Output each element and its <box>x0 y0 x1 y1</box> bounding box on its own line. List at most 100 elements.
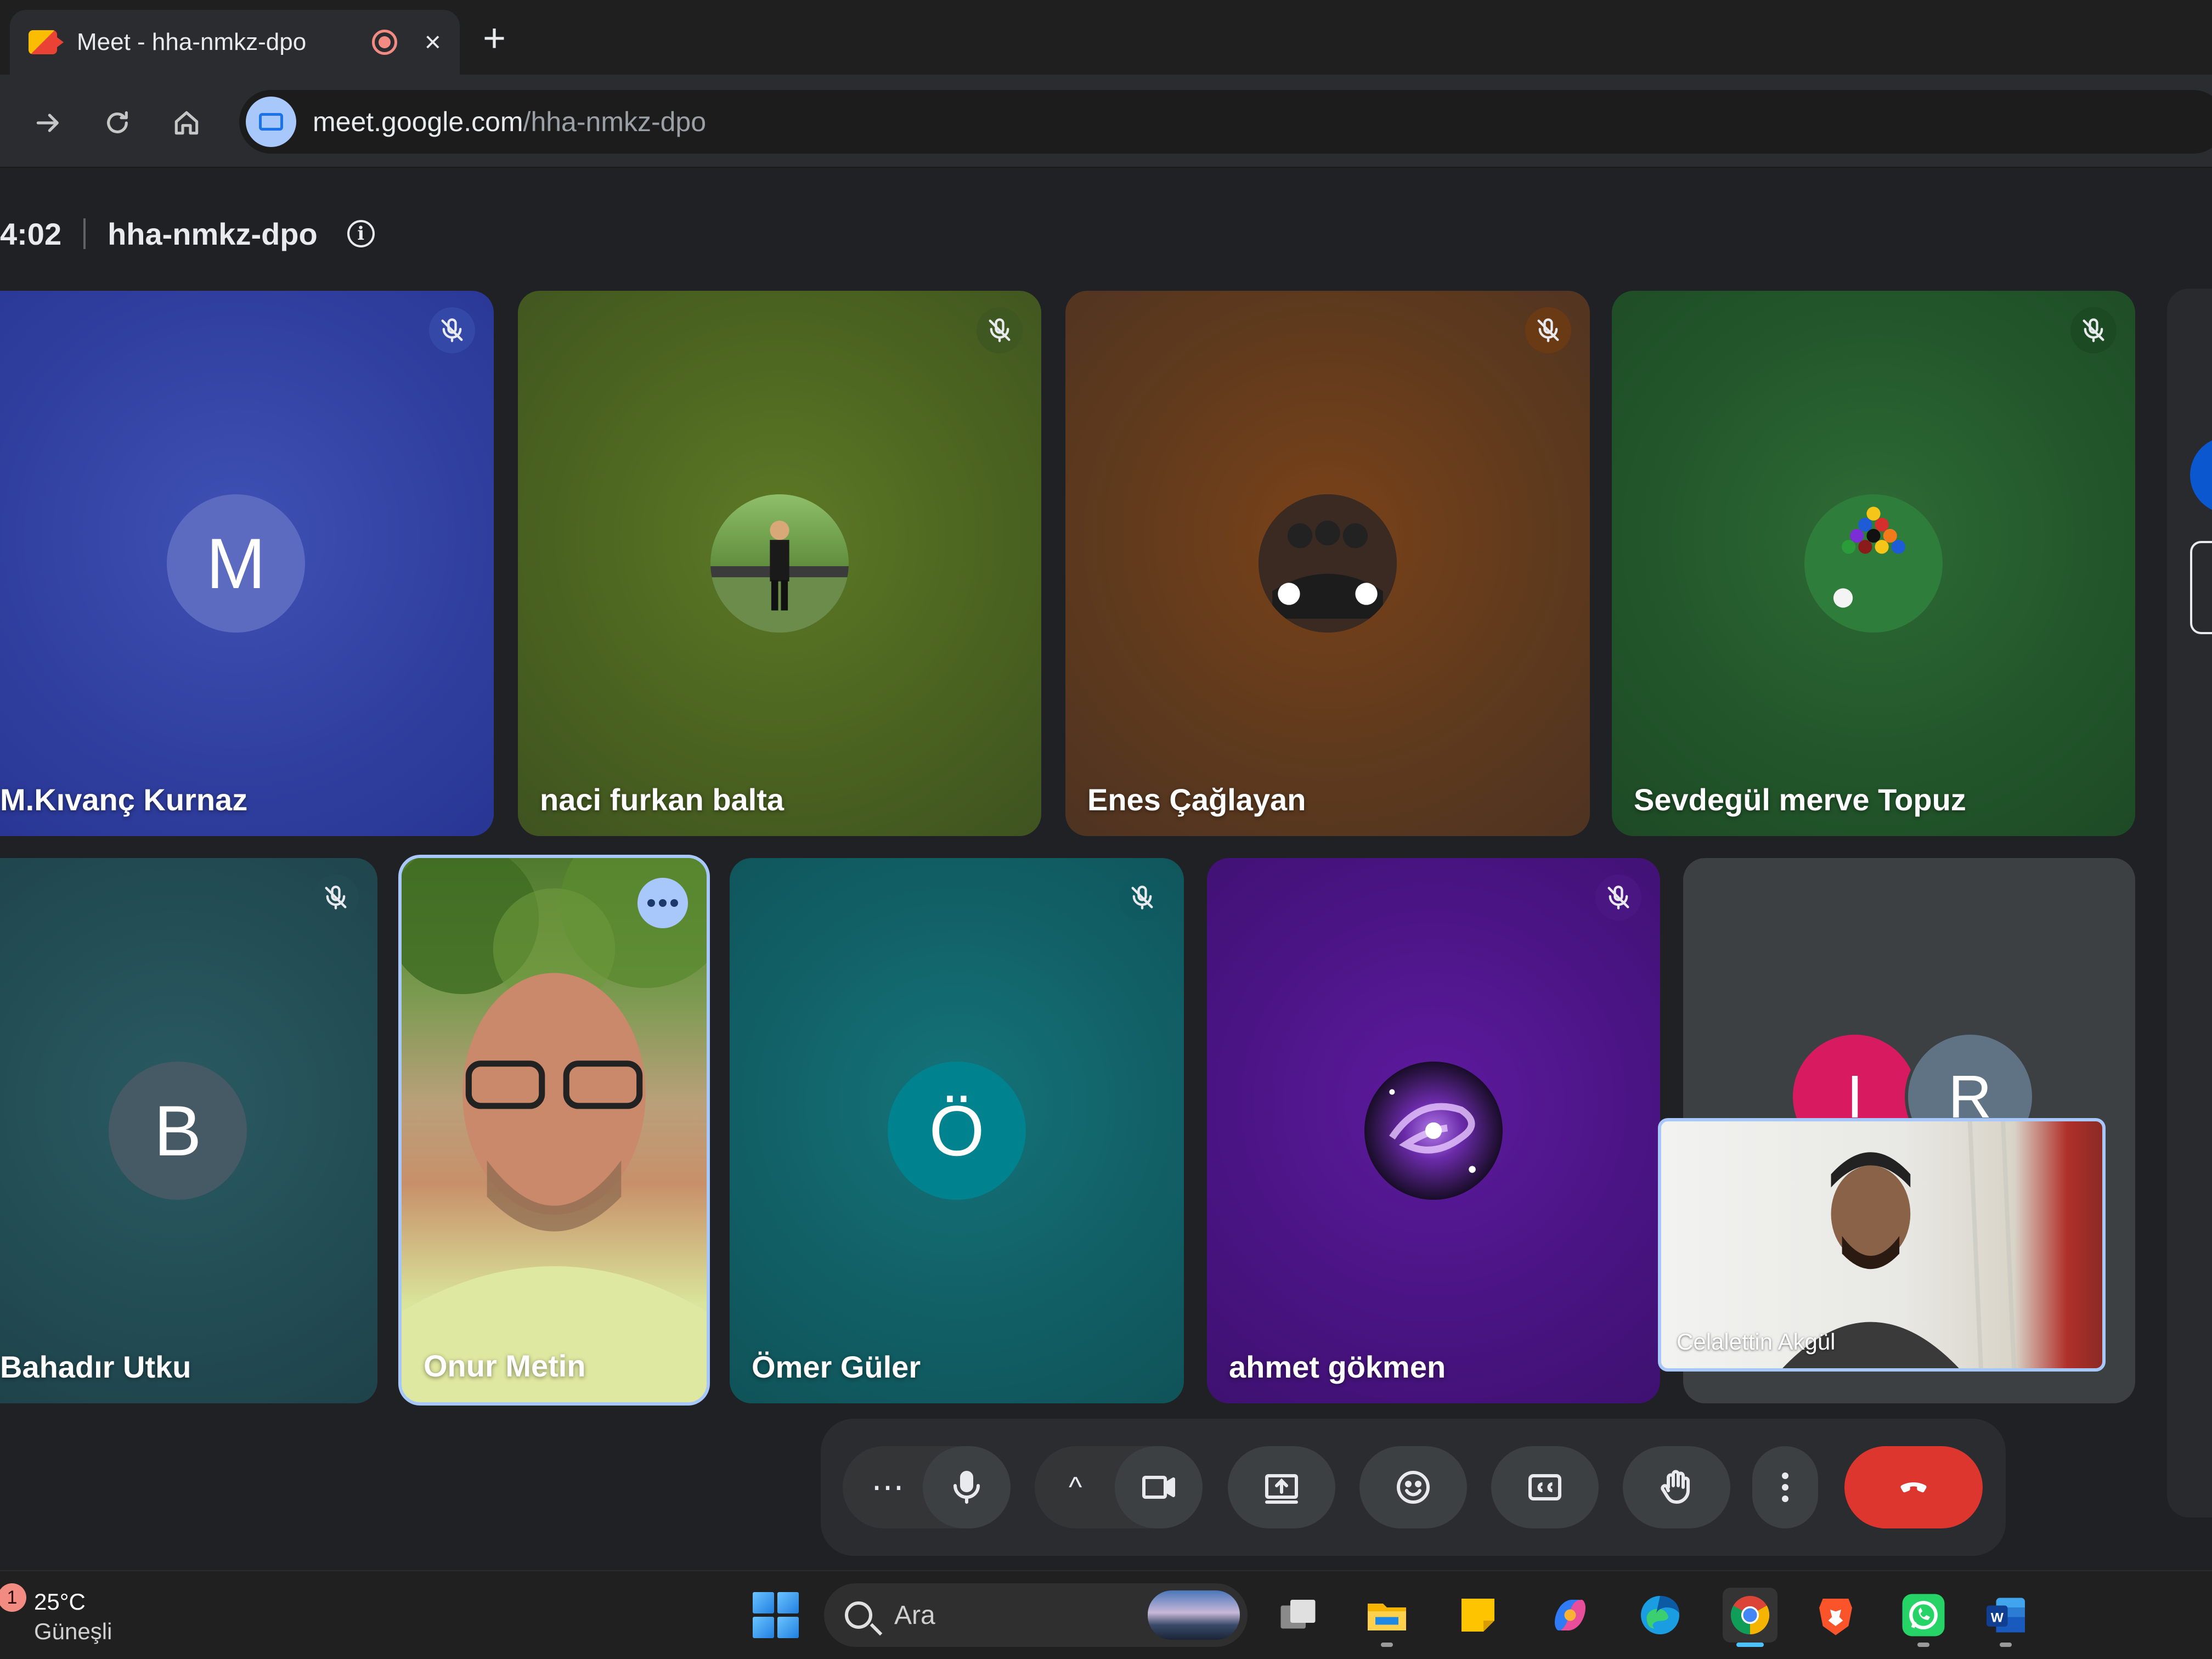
side-panel-button[interactable] <box>2190 541 2212 634</box>
muted-mic-icon <box>429 307 475 353</box>
whatsapp-button[interactable] <box>1896 1588 1951 1647</box>
camera-control-group: ^ <box>1035 1446 1203 1528</box>
browser-tab-strip: Meet - hha-nmkz-dpo × + <box>0 0 2212 75</box>
active-indicator <box>1736 1643 1764 1647</box>
participant-name: Enes Çağlayan <box>1087 782 1306 817</box>
close-tab-button[interactable]: × <box>425 26 441 59</box>
participant-tile[interactable]: ahmet gökmen <box>1207 858 1660 1403</box>
participant-name: Onur Metin <box>424 1348 586 1383</box>
windows-taskbar: 1 25°C Güneşli Ara W <box>0 1570 2212 1659</box>
meeting-info-button[interactable]: i <box>347 220 375 247</box>
captions-button[interactable] <box>1491 1446 1599 1528</box>
dot <box>670 899 678 907</box>
chrome-icon <box>1730 1596 1770 1635</box>
camera-button[interactable] <box>1115 1446 1203 1528</box>
weather-temperature: 25°C <box>34 1589 86 1615</box>
participant-tile[interactable]: B Bahadır Utku <box>0 858 377 1403</box>
participant-avatar: B <box>109 1062 247 1200</box>
videocam-icon <box>1142 1476 1175 1499</box>
word-button[interactable]: W <box>1978 1588 2033 1647</box>
search-highlight-image <box>1148 1590 1240 1640</box>
running-indicator <box>1381 1643 1393 1647</box>
call-end-icon <box>1900 1482 1927 1493</box>
muted-mic-icon <box>1595 874 1641 921</box>
brave-lion-icon <box>1819 1599 1852 1635</box>
browser-toolbar: meet.google.com/hha-nmkz-dpo <box>0 75 2212 168</box>
microphone-button[interactable] <box>923 1446 1011 1528</box>
muted-mic-icon <box>1525 307 1571 353</box>
google-meet-favicon-icon <box>29 30 64 54</box>
search-icon <box>845 1601 872 1629</box>
side-panel-indicator[interactable] <box>2190 437 2212 514</box>
present-screen-button[interactable] <box>1228 1446 1335 1528</box>
muted-mic-icon <box>1119 874 1165 921</box>
participant-avatar: Ö <box>888 1062 1026 1200</box>
copilot-button[interactable] <box>1543 1588 1598 1643</box>
url-path: /hha-nmkz-dpo <box>523 106 707 137</box>
dot <box>659 899 667 907</box>
call-controls-bar: ⋯ ^ <box>821 1419 2006 1556</box>
closed-caption-icon <box>1528 1474 1561 1500</box>
folder-icon <box>1368 1604 1406 1630</box>
home-icon <box>174 111 199 135</box>
participant-name: M.Kıvanç Kurnaz <box>0 782 248 817</box>
search-placeholder: Ara <box>894 1600 935 1630</box>
sticky-notes-icon <box>1462 1599 1494 1632</box>
leave-call-button[interactable] <box>1844 1446 1983 1528</box>
windows-logo-pane <box>777 1592 799 1613</box>
running-indicator <box>2000 1643 2012 1647</box>
forward-button[interactable] <box>26 101 70 145</box>
hand-icon <box>1661 1470 1690 1504</box>
meeting-code: hha-nmkz-dpo <box>108 216 318 251</box>
url-text: meet.google.com/hha-nmkz-dpo <box>313 106 706 138</box>
participant-tile[interactable]: naci furkan balta <box>518 291 1041 836</box>
edge-icon <box>1641 1596 1679 1634</box>
participant-tile[interactable]: M M.Kıvanç Kurnaz <box>0 291 494 836</box>
dot <box>647 899 655 907</box>
start-button[interactable] <box>753 1592 799 1638</box>
more-options-button[interactable] <box>1752 1446 1818 1528</box>
participant-profile-photo <box>1364 1062 1503 1200</box>
arrow-right-icon <box>36 114 59 132</box>
galaxy-icon <box>1389 1089 1476 1173</box>
browser-tab-meet[interactable]: Meet - hha-nmkz-dpo × <box>10 10 460 75</box>
mic-control-group: ⋯ <box>843 1446 1011 1528</box>
participant-tile[interactable]: Sevdegül merve Topuz <box>1612 291 2135 836</box>
present-to-all-icon <box>1265 1474 1298 1504</box>
tab-title: Meet - hha-nmkz-dpo <box>77 29 307 55</box>
participant-profile-photo <box>1259 494 1397 633</box>
task-view-button[interactable] <box>1271 1588 1325 1643</box>
home-button[interactable] <box>165 101 208 145</box>
chrome-browser-button[interactable] <box>1723 1588 1778 1647</box>
reload-button[interactable] <box>95 101 139 145</box>
audio-settings-button[interactable]: ⋯ <box>871 1468 904 1506</box>
site-info-button[interactable] <box>246 97 296 147</box>
edge-browser-button[interactable] <box>1633 1588 1688 1643</box>
participant-video-tile[interactable]: Onur Metin <box>398 855 710 1406</box>
participant-tile[interactable]: Enes Çağlayan <box>1065 291 1590 836</box>
emoji-icon <box>1397 1471 1430 1504</box>
participant-tile[interactable]: Ö Ömer Güler <box>730 858 1184 1403</box>
taskbar-search-box[interactable]: Ara <box>824 1583 1248 1647</box>
reactions-button[interactable] <box>1359 1446 1467 1528</box>
meeting-details: 4:02 hha-nmkz-dpo i <box>0 212 375 256</box>
whatsapp-icon <box>1902 1594 1945 1637</box>
self-view-tile[interactable]: Celalettin Akgül <box>1658 1118 2106 1372</box>
meeting-clock: 4:02 <box>0 216 62 251</box>
muted-mic-icon <box>313 874 359 921</box>
file-explorer-button[interactable] <box>1359 1588 1414 1647</box>
new-tab-button[interactable]: + <box>483 16 506 60</box>
sticky-notes-button[interactable] <box>1451 1588 1505 1643</box>
address-bar[interactable]: meet.google.com/hha-nmkz-dpo <box>239 90 2212 154</box>
video-settings-button[interactable]: ^ <box>1069 1471 1082 1504</box>
participant-more-options-button[interactable] <box>637 878 688 928</box>
more-vert-icon <box>1782 1472 1788 1502</box>
participant-avatar: M <box>167 494 305 633</box>
participant-name: Bahadır Utku <box>0 1350 191 1384</box>
brave-browser-button[interactable] <box>1808 1588 1863 1643</box>
url-host: meet.google.com <box>313 106 523 137</box>
participant-name: ahmet gökmen <box>1229 1350 1446 1384</box>
microphone-icon <box>953 1471 980 1504</box>
raise-hand-button[interactable] <box>1623 1446 1730 1528</box>
participant-name: Ömer Güler <box>752 1350 921 1384</box>
